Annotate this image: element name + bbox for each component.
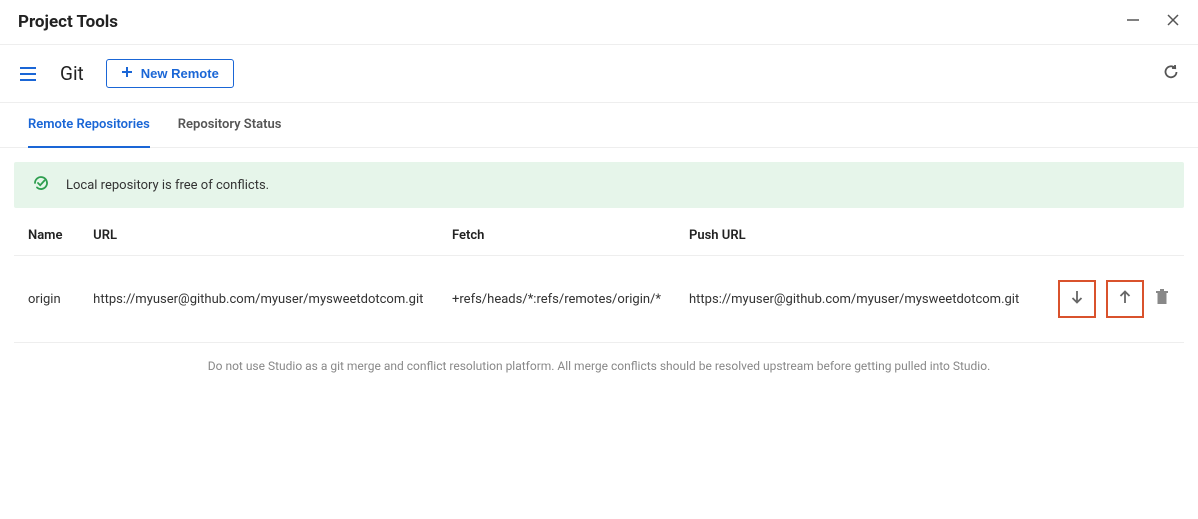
cell-push-url: https://myuser@github.com/myuser/mysweet… [675, 256, 1033, 343]
check-circle-icon [32, 174, 50, 196]
alert-text: Local repository is free of conflicts. [66, 178, 269, 193]
menu-icon[interactable] [18, 65, 38, 83]
window-controls [1126, 13, 1180, 31]
delete-button[interactable] [1154, 288, 1170, 310]
page-title: Git [60, 62, 84, 85]
column-url: URL [79, 216, 438, 256]
new-remote-label: New Remote [141, 66, 219, 81]
tab-repository-status[interactable]: Repository Status [178, 103, 282, 147]
push-button[interactable] [1106, 280, 1144, 318]
cell-url: https://myuser@github.com/myuser/mysweet… [79, 256, 438, 343]
tab-remote-repositories[interactable]: Remote Repositories [28, 103, 150, 148]
row-actions [1047, 280, 1170, 318]
table-row: origin https://myuser@github.com/myuser/… [14, 256, 1184, 343]
arrow-down-icon [1069, 289, 1085, 309]
cell-name: origin [14, 256, 79, 343]
minimize-icon[interactable] [1126, 13, 1140, 31]
remotes-table: Name URL Fetch Push URL origin https://m… [14, 216, 1184, 343]
column-fetch: Fetch [438, 216, 675, 256]
cell-fetch: +refs/heads/*:refs/remotes/origin/* [438, 256, 675, 343]
status-alert: Local repository is free of conflicts. [14, 162, 1184, 208]
footnote: Do not use Studio as a git merge and con… [14, 343, 1184, 389]
tabs: Remote Repositories Repository Status [0, 103, 1198, 148]
refresh-icon[interactable] [1162, 63, 1180, 85]
column-name: Name [14, 216, 79, 256]
trash-icon [1154, 288, 1170, 310]
content: Local repository is free of conflicts. N… [0, 148, 1198, 403]
pull-button[interactable] [1058, 280, 1096, 318]
plus-icon [121, 66, 133, 81]
arrow-up-icon [1117, 289, 1133, 309]
close-icon[interactable] [1166, 13, 1180, 31]
toolbar: Git New Remote [0, 45, 1198, 103]
window-title: Project Tools [18, 12, 118, 32]
column-push-url: Push URL [675, 216, 1033, 256]
titlebar: Project Tools [0, 0, 1198, 45]
new-remote-button[interactable]: New Remote [106, 59, 234, 88]
